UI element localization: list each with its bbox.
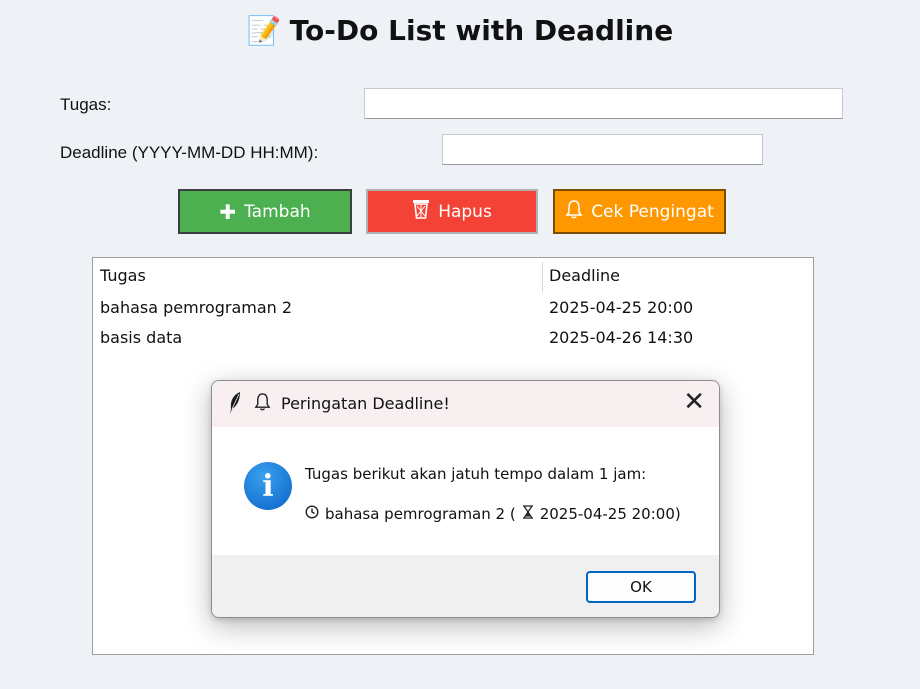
plus-icon: ✚ <box>219 199 237 224</box>
task-label: Tugas: <box>60 95 112 114</box>
reminder-button[interactable]: Cek Pengingat <box>553 189 726 234</box>
info-icon: i <box>244 462 292 510</box>
row-task: bahasa pemrograman 2 <box>100 298 293 317</box>
task-input[interactable] <box>364 88 843 119</box>
delete-button-label: Hapus <box>438 201 492 222</box>
bell-icon <box>254 392 271 416</box>
table-row[interactable]: basis data 2025-04-26 14:30 <box>93 323 813 353</box>
dialog-footer: OK <box>212 555 719 617</box>
memo-icon: 📝 <box>246 14 282 47</box>
dialog-title: Peringatan Deadline! <box>281 394 450 413</box>
column-separator[interactable] <box>542 262 543 292</box>
delete-button[interactable]: Hapus <box>366 189 538 234</box>
app-title: 📝 To-Do List with Deadline <box>0 14 920 47</box>
dialog-body: i Tugas berikut akan jatuh tempo dalam 1… <box>212 427 719 555</box>
hourglass-icon <box>522 505 534 523</box>
add-button[interactable]: ✚ Tambah <box>178 189 352 234</box>
clock-icon <box>305 505 319 523</box>
message-task: bahasa pemrograman 2 ( <box>325 505 516 523</box>
dialog-message-line2: bahasa pemrograman 2 ( 2025-04-25 20:00) <box>305 505 681 523</box>
reminder-button-label: Cek Pengingat <box>591 201 714 222</box>
column-header-deadline[interactable]: Deadline <box>549 266 620 285</box>
row-task: basis data <box>100 328 183 347</box>
close-icon[interactable]: ✕ <box>683 387 705 417</box>
table-row[interactable]: bahasa pemrograman 2 2025-04-25 20:00 <box>93 293 813 323</box>
deadline-input[interactable] <box>442 134 763 165</box>
dialog-titlebar[interactable]: Peringatan Deadline! ✕ <box>212 381 719 427</box>
bell-icon <box>565 199 583 224</box>
ok-button[interactable]: OK <box>586 571 696 603</box>
feather-icon <box>228 391 242 420</box>
deadline-label: Deadline (YYYY-MM-DD HH:MM): <box>60 143 319 162</box>
wastebasket-icon <box>412 199 430 224</box>
column-header-task[interactable]: Tugas <box>100 266 146 285</box>
add-button-label: Tambah <box>244 201 311 222</box>
dialog-message-line1: Tugas berikut akan jatuh tempo dalam 1 j… <box>305 465 647 483</box>
app-title-text: To-Do List with Deadline <box>289 14 674 47</box>
table-header: Tugas Deadline <box>93 258 813 292</box>
row-deadline: 2025-04-25 20:00 <box>549 298 694 317</box>
message-deadline: 2025-04-25 20:00) <box>539 505 681 523</box>
row-deadline: 2025-04-26 14:30 <box>549 328 694 347</box>
deadline-warning-dialog: Peringatan Deadline! ✕ i Tugas berikut a… <box>211 380 720 618</box>
